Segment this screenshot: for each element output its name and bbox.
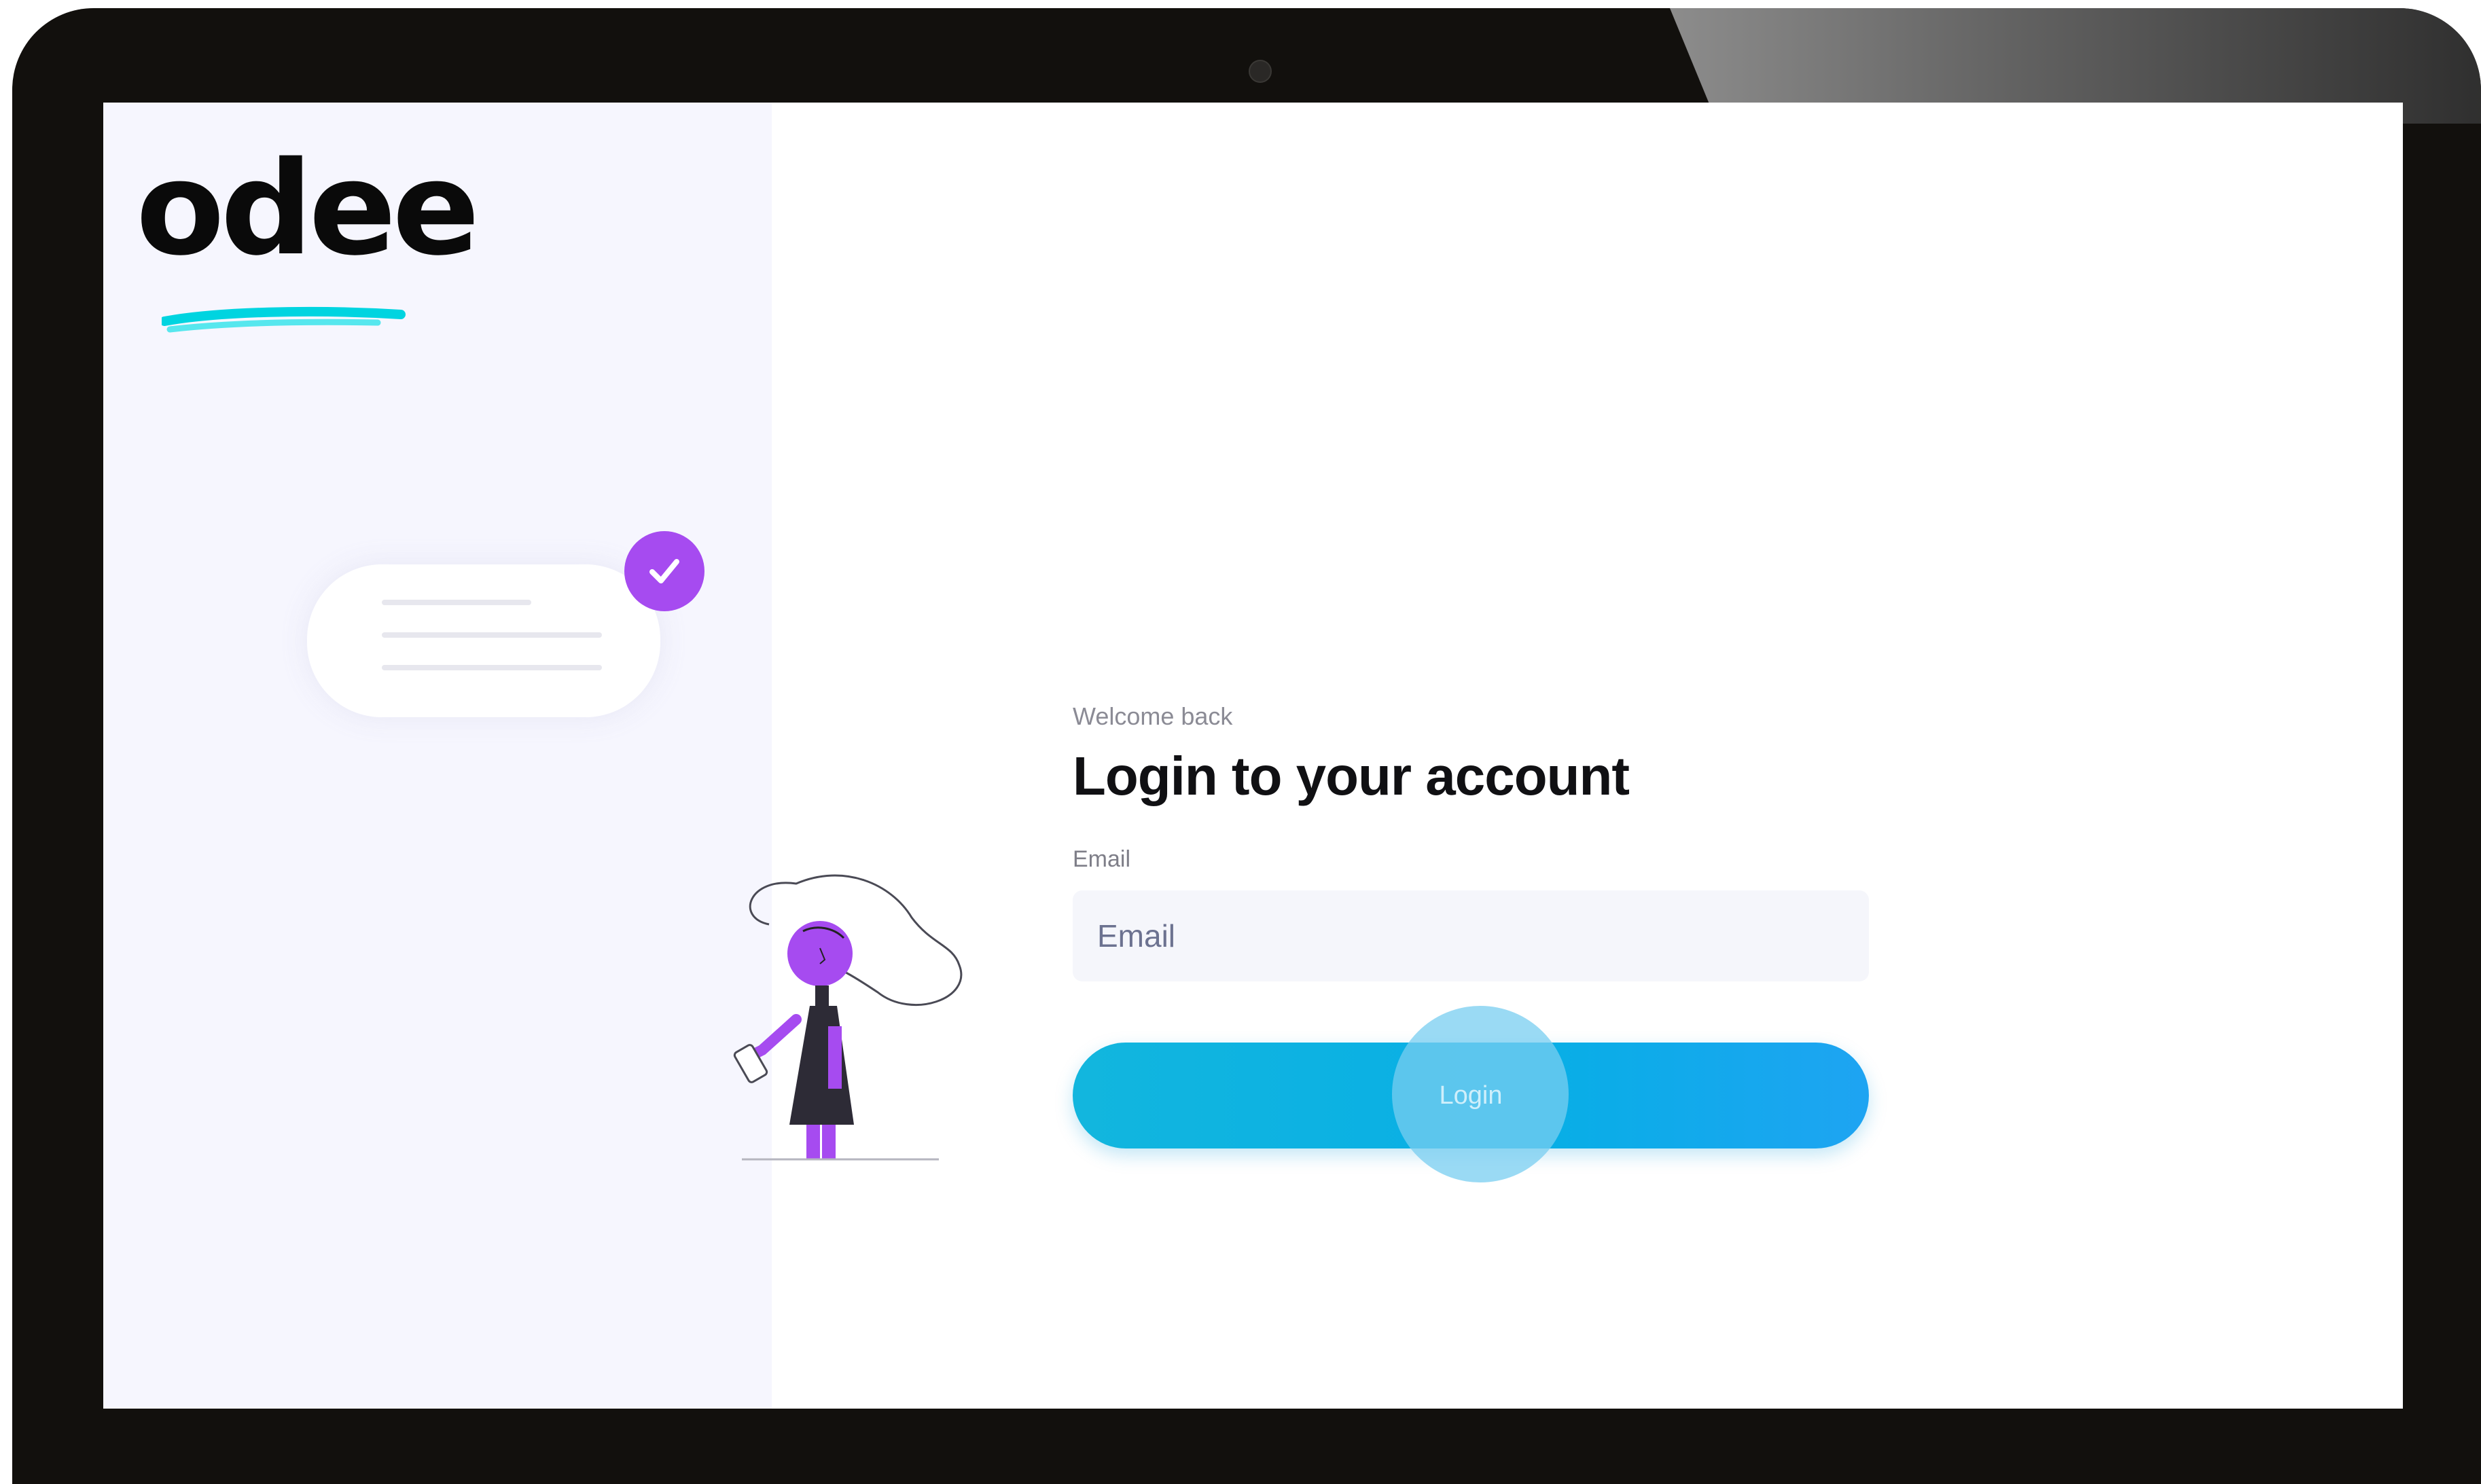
email-field[interactable] — [1073, 890, 1869, 981]
login-form: Welcome back Login to your account Email… — [1073, 700, 1874, 1182]
message-card-illustration — [307, 564, 660, 717]
welcome-text: Welcome back — [1073, 702, 1233, 730]
brand-logo: odee — [136, 145, 480, 333]
left-panel: odee — [103, 103, 772, 1409]
check-icon — [649, 559, 679, 583]
email-label: Email — [1073, 846, 1131, 872]
page-title: Login to your account — [1073, 746, 1630, 806]
login-button-label: Login — [1439, 1081, 1503, 1110]
logo-text: odee — [136, 134, 480, 284]
login-button[interactable]: Login — [1073, 1006, 1869, 1182]
webcam — [1249, 60, 1272, 83]
login-screen: odee Welcome back Login to your account … — [103, 103, 2403, 1409]
woman-with-phone-illustration — [733, 874, 963, 1161]
laptop-frame: odee Welcome back Login to your account … — [12, 8, 2481, 1484]
check-badge — [624, 531, 704, 611]
logo-swoosh — [162, 306, 406, 333]
